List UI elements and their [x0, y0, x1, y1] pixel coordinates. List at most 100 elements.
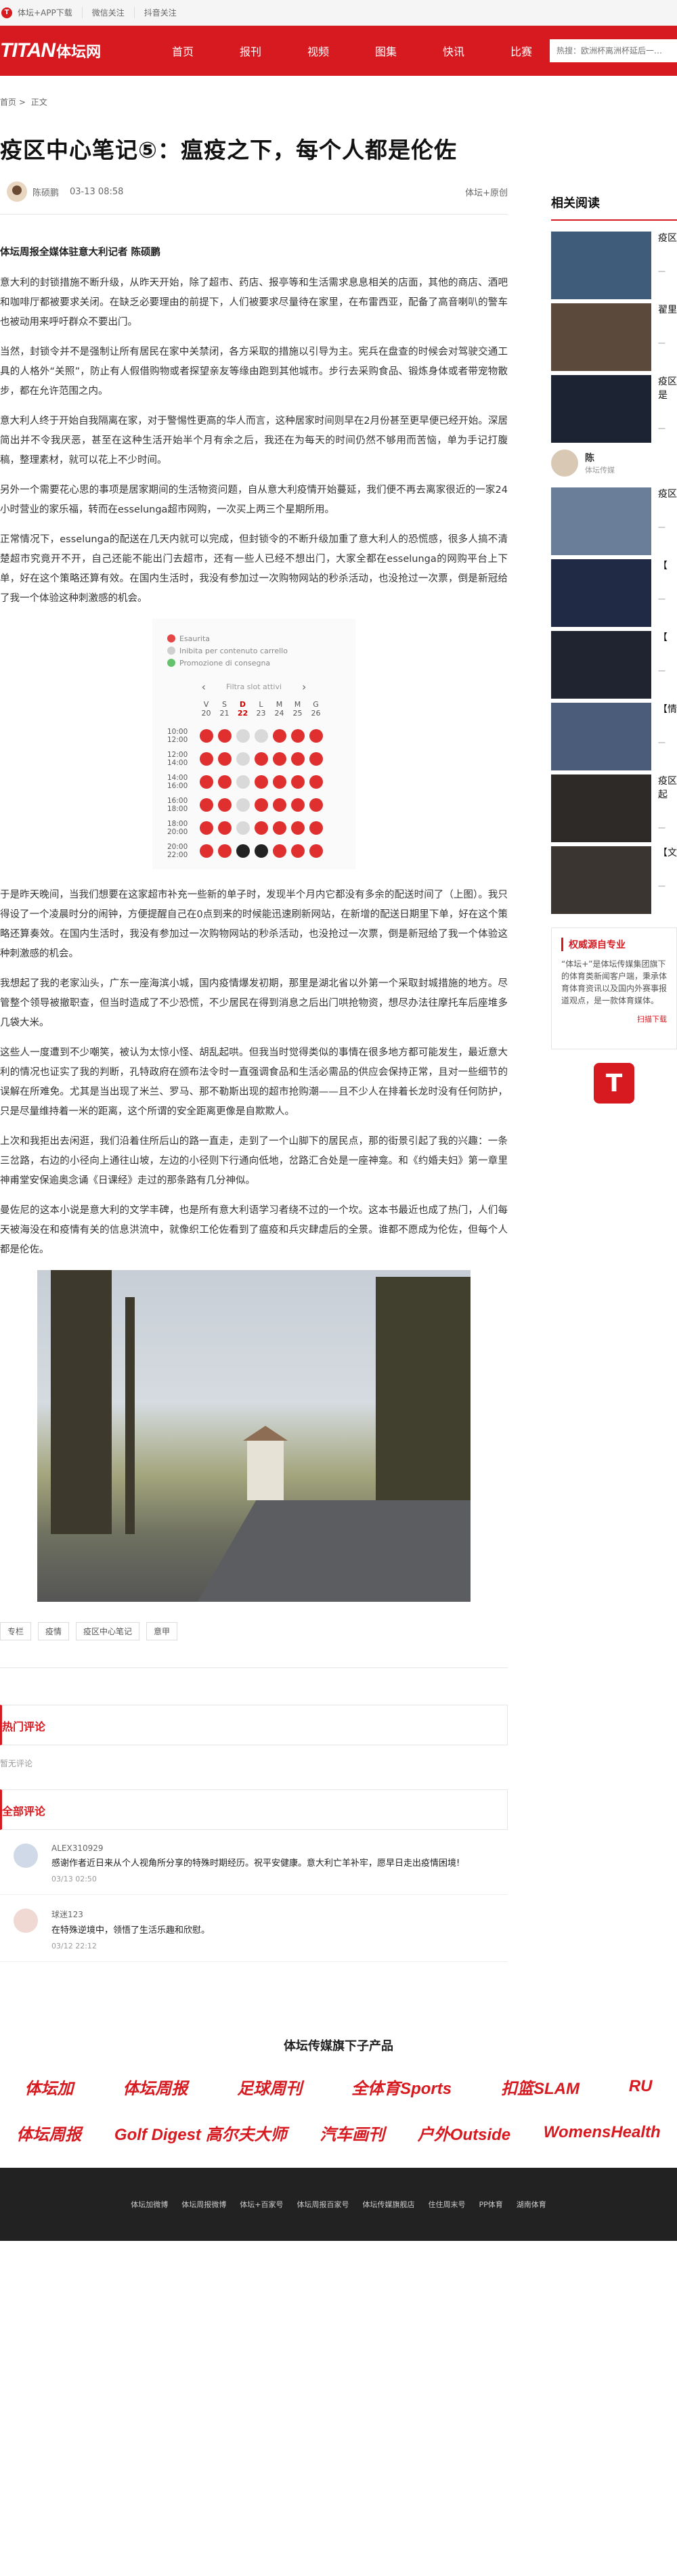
- brand-logo[interactable]: 体坛周报: [16, 2121, 81, 2145]
- slot-cell[interactable]: [215, 775, 234, 789]
- slot-cell[interactable]: [252, 775, 270, 789]
- slot-cell[interactable]: [288, 775, 307, 789]
- slot-cell[interactable]: [234, 729, 252, 743]
- app-logo-icon[interactable]: T: [594, 1063, 634, 1104]
- brand-logo[interactable]: 汽车画刊: [320, 2121, 385, 2145]
- slot-cell[interactable]: [288, 752, 307, 766]
- slot-cell[interactable]: [252, 798, 270, 812]
- slot-cell[interactable]: [197, 775, 215, 789]
- app-promo-link[interactable]: 扫描下载: [561, 1013, 667, 1024]
- brand-logo[interactable]: 扣篮SLAM: [501, 2075, 580, 2099]
- slot-cell[interactable]: [270, 752, 288, 766]
- footer-link[interactable]: 体坛加微博: [131, 2199, 168, 2210]
- footer-link[interactable]: 体坛周报百家号: [297, 2199, 349, 2210]
- slot-cell[interactable]: [288, 798, 307, 812]
- related-item[interactable]: 【情一: [551, 703, 677, 770]
- slot-cell[interactable]: [270, 821, 288, 835]
- slot-cell[interactable]: [197, 798, 215, 812]
- slot-cell[interactable]: [270, 844, 288, 858]
- author-name[interactable]: 陈硕鹏: [32, 185, 59, 198]
- site-logo[interactable]: TITAN 体坛网: [0, 26, 122, 76]
- brand-logo[interactable]: 足球周刊: [237, 2075, 302, 2099]
- slot-cell[interactable]: [307, 844, 325, 858]
- slot-cell[interactable]: [307, 752, 325, 766]
- slot-cell[interactable]: [270, 729, 288, 743]
- slot-cell[interactable]: [252, 729, 270, 743]
- related-item[interactable]: 疫区起一: [551, 774, 677, 842]
- related-item[interactable]: 【文一: [551, 846, 677, 914]
- slot-cell[interactable]: [215, 752, 234, 766]
- douyin-follow-link[interactable]: 抖音关注: [133, 7, 186, 18]
- footer-link[interactable]: 湖南体育: [517, 2199, 546, 2210]
- slot-cell[interactable]: [252, 752, 270, 766]
- slot-cell[interactable]: [197, 844, 215, 858]
- nav-item-video[interactable]: 视频: [284, 43, 352, 59]
- slot-cell[interactable]: [252, 821, 270, 835]
- author-card-avatar[interactable]: [551, 450, 578, 477]
- day-header[interactable]: D 22: [234, 700, 252, 718]
- slot-cell[interactable]: [197, 752, 215, 766]
- slot-cell[interactable]: [234, 821, 252, 835]
- slot-cell[interactable]: [288, 844, 307, 858]
- author-avatar[interactable]: [7, 181, 27, 202]
- day-header[interactable]: L 23: [252, 700, 270, 718]
- footer-link[interactable]: 体坛传媒旗舰店: [362, 2199, 414, 2210]
- slot-cell[interactable]: [234, 752, 252, 766]
- tag-item[interactable]: 意甲: [146, 1622, 178, 1640]
- slot-cell[interactable]: [234, 844, 252, 858]
- slot-cell[interactable]: [197, 729, 215, 743]
- slot-cell[interactable]: [307, 775, 325, 789]
- slot-cell[interactable]: [307, 821, 325, 835]
- brand-logo[interactable]: WomensHealth: [544, 2123, 661, 2142]
- slot-cell[interactable]: [252, 844, 270, 858]
- tag-item[interactable]: 专栏: [0, 1622, 32, 1640]
- tag-item[interactable]: 疫情: [38, 1622, 70, 1640]
- app-download-link[interactable]: 体坛+APP下载: [18, 7, 82, 18]
- brand-logo[interactable]: 户外Outside: [418, 2121, 510, 2145]
- slot-cell[interactable]: [307, 798, 325, 812]
- wechat-follow-link[interactable]: 微信关注: [81, 7, 134, 18]
- slot-cell[interactable]: [270, 775, 288, 789]
- commenter-name[interactable]: 球迷123: [51, 1908, 508, 1920]
- commenter-avatar[interactable]: [14, 1908, 38, 1933]
- slot-cell[interactable]: [215, 729, 234, 743]
- footer-link[interactable]: 住住周末号: [428, 2199, 465, 2210]
- related-item[interactable]: 疫区是一: [551, 375, 677, 443]
- day-header[interactable]: M 25: [288, 700, 307, 718]
- slot-cell[interactable]: [215, 844, 234, 858]
- nav-item-matches[interactable]: 比赛: [487, 43, 555, 59]
- nav-item-news-flash[interactable]: 快讯: [420, 43, 487, 59]
- day-header[interactable]: M 24: [270, 700, 288, 718]
- nav-item-home[interactable]: 首页: [149, 43, 217, 59]
- slot-cell[interactable]: [288, 729, 307, 743]
- related-item[interactable]: 疫区一: [551, 232, 677, 299]
- commenter-name[interactable]: ALEX310929: [51, 1843, 508, 1853]
- slot-cell[interactable]: [215, 821, 234, 835]
- slot-cell[interactable]: [288, 821, 307, 835]
- related-item[interactable]: 翟里一: [551, 303, 677, 371]
- slot-cell[interactable]: [234, 775, 252, 789]
- brand-logo[interactable]: 全体育Sports: [351, 2075, 452, 2099]
- brand-logo[interactable]: Golf Digest 高尔夫大师: [114, 2121, 287, 2145]
- slot-cell[interactable]: [215, 798, 234, 812]
- footer-link[interactable]: 体坛周报微博: [181, 2199, 226, 2210]
- brand-logo[interactable]: RU: [629, 2077, 653, 2096]
- slot-cell[interactable]: [307, 729, 325, 743]
- footer-link[interactable]: PP体育: [479, 2199, 502, 2210]
- related-item[interactable]: 【一: [551, 559, 677, 627]
- nav-item-newspaper[interactable]: 报刊: [217, 43, 284, 59]
- related-item[interactable]: 疫区一: [551, 487, 677, 555]
- slot-cell[interactable]: [234, 798, 252, 812]
- footer-link[interactable]: 体坛+百家号: [240, 2199, 283, 2210]
- nav-item-gallery[interactable]: 图集: [352, 43, 420, 59]
- slot-cell[interactable]: [270, 798, 288, 812]
- tag-item[interactable]: 疫区中心笔记: [76, 1622, 140, 1640]
- search-input[interactable]: [550, 39, 677, 62]
- brand-logo[interactable]: 体坛周报: [123, 2075, 188, 2099]
- day-header[interactable]: G 26: [307, 700, 325, 718]
- day-header[interactable]: S 21: [215, 700, 234, 718]
- commenter-avatar[interactable]: [14, 1843, 38, 1868]
- day-header[interactable]: V 20: [197, 700, 215, 718]
- slot-cell[interactable]: [197, 821, 215, 835]
- brand-logo[interactable]: 体坛加: [24, 2075, 73, 2099]
